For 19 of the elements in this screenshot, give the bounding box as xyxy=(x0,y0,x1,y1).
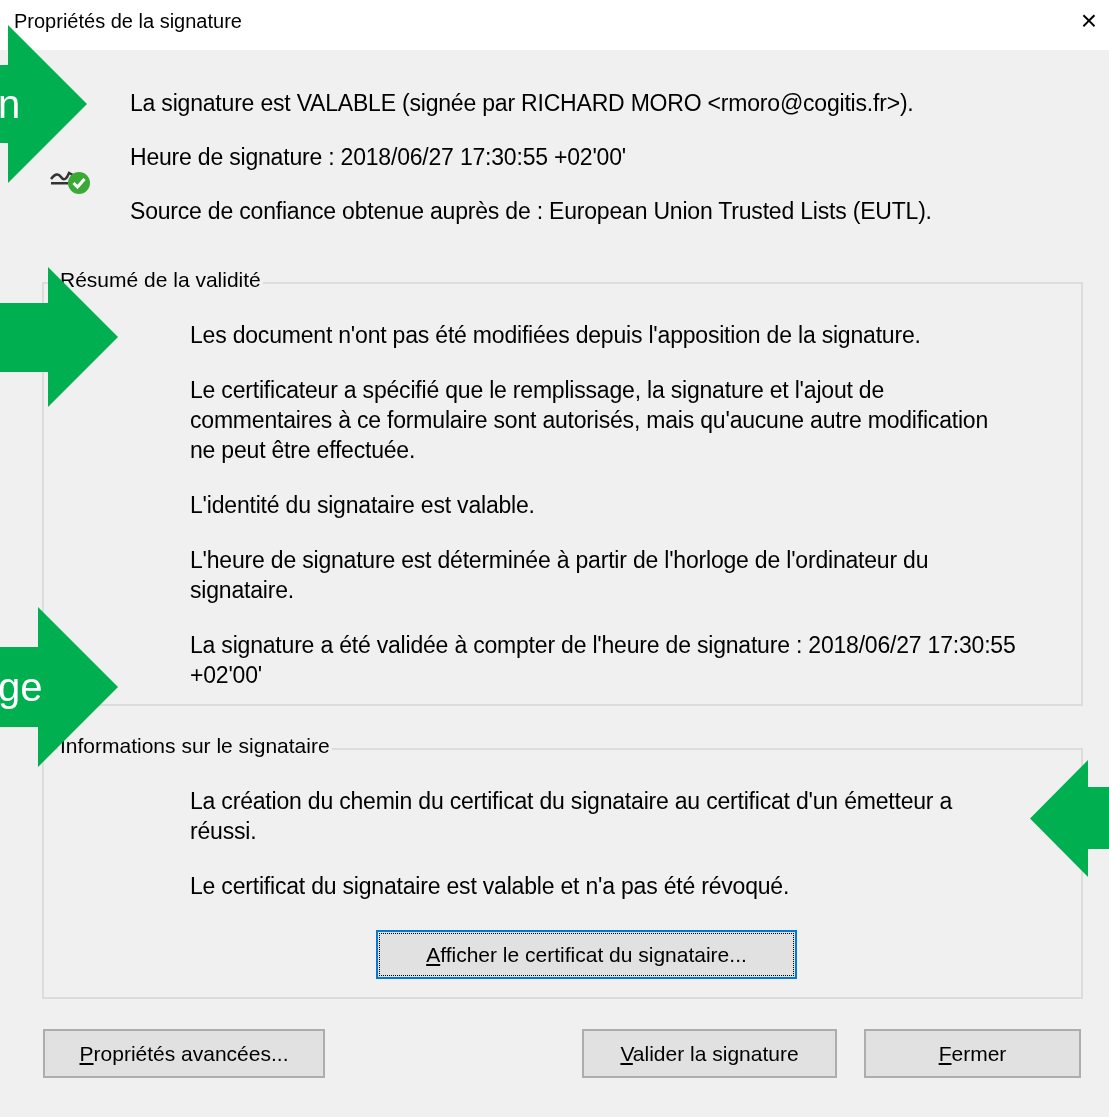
window-title: Propriétés de la signature xyxy=(14,9,242,33)
signature-info-text: La signature est VALABLE (signée par RICHARD MORO <rmoro@cogitis.fr>). xyxy=(130,89,915,118)
validity-message: Le certificat du signataire est valable et n'a pas été révoqué. xyxy=(190,872,791,901)
signature-info-text: Source de confiance obtenue auprès de : European Union Trusted Lists (EUTL). xyxy=(130,197,932,226)
close-button[interactable]: × xyxy=(1069,5,1109,37)
validity-message: La signature a été validée à compter de l'heure de signature : 2018/06/27 17:30:55 +02'00' xyxy=(190,631,1017,690)
validity-message: La création du chemin du certificat du signataire au certificat d'un émetteur a réussi. xyxy=(190,787,954,846)
validity-message: Le certificateur a spécifié que le remplissage, la signature et l'ajout de commentaires à ce formulaire sont autorisés, mais qu'aucune autre modification ne peut être effectuée. xyxy=(190,376,989,465)
view-certificate-button[interactable]: Afficher le certificat du signataire... xyxy=(376,930,797,979)
validity-message: L'identité du signataire est valable. xyxy=(190,491,536,520)
advanced-properties-button[interactable]: Propriétés avancées... xyxy=(43,1029,325,1078)
arrow-label: n xyxy=(0,82,21,126)
close-dialog-button[interactable]: Fermer xyxy=(864,1029,1081,1078)
validate-signature-button[interactable]: Valider la signature xyxy=(582,1029,837,1078)
signature-valid-icon xyxy=(50,170,91,195)
signature-info-text: Heure de signature : 2018/06/27 17:30:55 +02'00' xyxy=(130,143,627,172)
validity-message: Les document n'ont pas été modifiées depuis l'apposition de la signature. xyxy=(190,321,922,350)
arrow-label: ge xyxy=(0,665,43,709)
validity-message: L'heure de signature est déterminée à partir de l'horloge de l'ordinateur du signataire. xyxy=(190,546,930,605)
